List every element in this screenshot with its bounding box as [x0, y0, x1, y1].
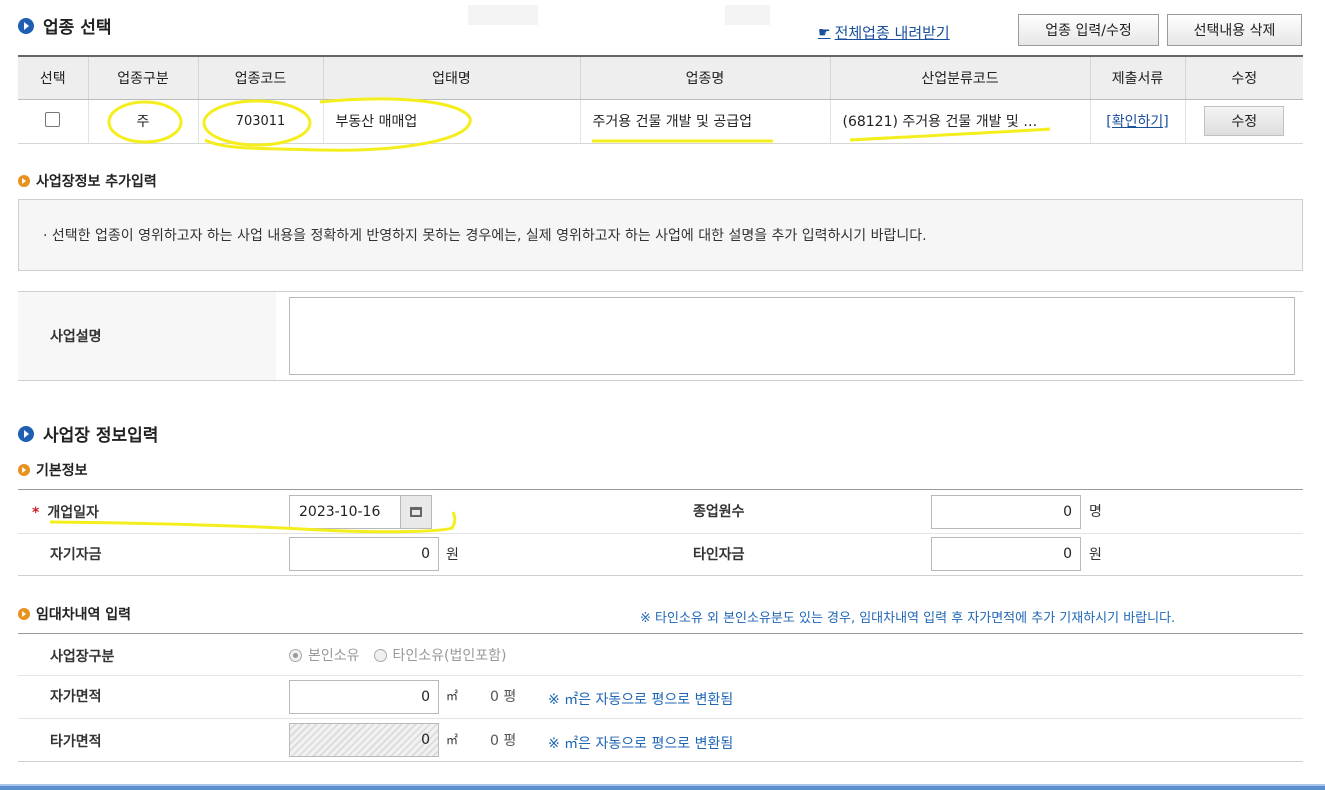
class-code-cell: (68121) 주거용 건물 개발 및 …	[829, 99, 1090, 144]
other-capital-input[interactable]: 0	[931, 537, 1081, 571]
row-select-checkbox[interactable]	[45, 111, 61, 127]
col-business: 업태명	[322, 55, 580, 100]
delete-selection-button[interactable]: 선택내용 삭제	[1167, 14, 1302, 46]
other-area-pyeong: 0 평	[490, 733, 517, 749]
confirm-docs-link[interactable]: [확인하기]	[1106, 114, 1168, 130]
row-edit-button[interactable]: 수정	[1204, 106, 1285, 136]
radio-other-icon	[373, 648, 387, 662]
col-type: 업종구분	[87, 55, 198, 100]
business-cell: 부동산 매매업	[322, 99, 580, 144]
own-area-conversion-hint: ※ ㎡은 자동으로 평으로 변환됨	[548, 692, 734, 708]
other-area-unit: ㎡	[446, 733, 459, 747]
divider	[18, 633, 1303, 634]
site-type-label: 사업장구분	[50, 649, 115, 665]
other-capital-label: 타인자금	[693, 547, 745, 563]
lease-title: 임대차내역 입력	[18, 604, 131, 624]
col-industry-name: 업종명	[579, 55, 830, 100]
lease-title-text: 임대차내역 입력	[36, 607, 132, 623]
own-area-label: 자가면적	[50, 689, 102, 705]
section-bullet-icon	[18, 17, 34, 34]
col-code: 업종코드	[197, 55, 323, 100]
section-bullet-icon	[18, 425, 34, 442]
employees-unit: 명	[1089, 504, 1102, 520]
site-section-title: 사업장 정보입력	[18, 421, 158, 446]
own-area-pyeong: 0 평	[490, 689, 517, 705]
col-select: 선택	[18, 55, 88, 100]
industry-section-title: 업종 선택	[18, 13, 111, 38]
own-capital-input[interactable]: 0	[289, 537, 439, 571]
open-date-input[interactable]: 2023-10-16	[289, 495, 401, 529]
subsection-bullet-icon	[18, 464, 30, 476]
basic-info-title-text: 기본정보	[36, 463, 88, 479]
basic-info-title: 기본정보	[18, 460, 88, 480]
industry-table: 선택 업종구분 업종코드 업태명 업종명 산업분류코드 제출서류 수정 주 70…	[18, 55, 1303, 144]
divider	[18, 575, 1303, 576]
other-area-conversion-hint: ※ ㎡은 자동으로 평으로 변환됨	[548, 736, 734, 752]
divider	[18, 675, 1303, 676]
download-link-text: 전체업종 내려받기	[834, 24, 950, 42]
own-area-unit: ㎡	[446, 689, 459, 703]
open-date-label-text: 개업일자	[47, 505, 99, 521]
employees-label: 종업원수	[693, 504, 745, 520]
other-area-label: 타가면적	[50, 734, 102, 750]
addinfo-title-text: 사업장정보 추가입력	[36, 174, 157, 190]
other-area-input: 0	[289, 723, 439, 757]
open-date-label: * 개업일자	[32, 502, 99, 522]
divider	[18, 533, 1303, 534]
addinfo-title: 사업장정보 추가입력	[18, 171, 157, 191]
col-class-code: 산업분류코드	[829, 55, 1090, 100]
col-docs: 제출서류	[1089, 55, 1185, 100]
industry-name-cell: 주거용 건물 개발 및 공급업	[579, 99, 830, 144]
divider	[18, 380, 1303, 381]
lease-notice: ※ 타인소유 외 본인소유분도 있는 경우, 임대차내역 입력 후 자가면적에 …	[640, 611, 1176, 626]
bottom-frame-bar	[0, 784, 1325, 790]
radio-own[interactable]: 본인소유	[289, 645, 360, 665]
calendar-button[interactable]	[400, 495, 432, 529]
subsection-bullet-icon	[18, 175, 30, 187]
radio-other-label: 타인소유(법인포함)	[392, 648, 507, 664]
divider	[18, 718, 1303, 719]
addinfo-notice: · 선택한 업종이 영위하고자 하는 사업 내용을 정확하게 반영하지 못하는 …	[18, 199, 1303, 271]
type-cell: 주	[87, 99, 198, 144]
radio-own-label: 본인소유	[308, 648, 360, 664]
site-type-radio-group: 본인소유 타인소유(법인포함)	[289, 645, 521, 665]
pointing-hand-icon: ☛	[818, 24, 831, 41]
edit-cell: 수정	[1184, 99, 1303, 144]
docs-cell: [확인하기]	[1089, 99, 1185, 144]
own-capital-label: 자기자금	[50, 547, 102, 563]
col-edit: 수정	[1184, 55, 1303, 100]
required-mark: *	[32, 505, 40, 521]
employees-input[interactable]: 0	[931, 495, 1081, 529]
own-area-input[interactable]: 0	[289, 680, 439, 714]
business-description-label: 사업설명	[50, 329, 102, 345]
industry-edit-button[interactable]: 업종 입력/수정	[1018, 14, 1159, 46]
code-cell: 703011	[197, 99, 323, 144]
select-cell	[18, 99, 88, 144]
download-all-industries-link[interactable]: ☛ 전체업종 내려받기	[818, 22, 950, 43]
radio-other[interactable]: 타인소유(법인포함)	[373, 645, 507, 665]
divider	[18, 761, 1303, 762]
table-row: 주 703011 부동산 매매업 주거용 건물 개발 및 공급업 (68121)…	[18, 99, 1303, 144]
radio-own-icon	[289, 648, 302, 662]
other-capital-unit: 원	[1089, 547, 1102, 563]
subsection-bullet-icon	[18, 608, 30, 620]
calendar-icon	[410, 507, 422, 517]
blank-cell	[725, 5, 770, 25]
business-description-textarea[interactable]	[289, 297, 1295, 375]
site-title-text: 사업장 정보입력	[43, 426, 159, 446]
blank-cell	[468, 5, 538, 25]
divider	[18, 489, 1303, 490]
table-header-row: 선택 업종구분 업종코드 업태명 업종명 산업분류코드 제출서류 수정	[18, 55, 1303, 100]
own-capital-unit: 원	[446, 547, 459, 563]
industry-title-text: 업종 선택	[43, 18, 112, 38]
